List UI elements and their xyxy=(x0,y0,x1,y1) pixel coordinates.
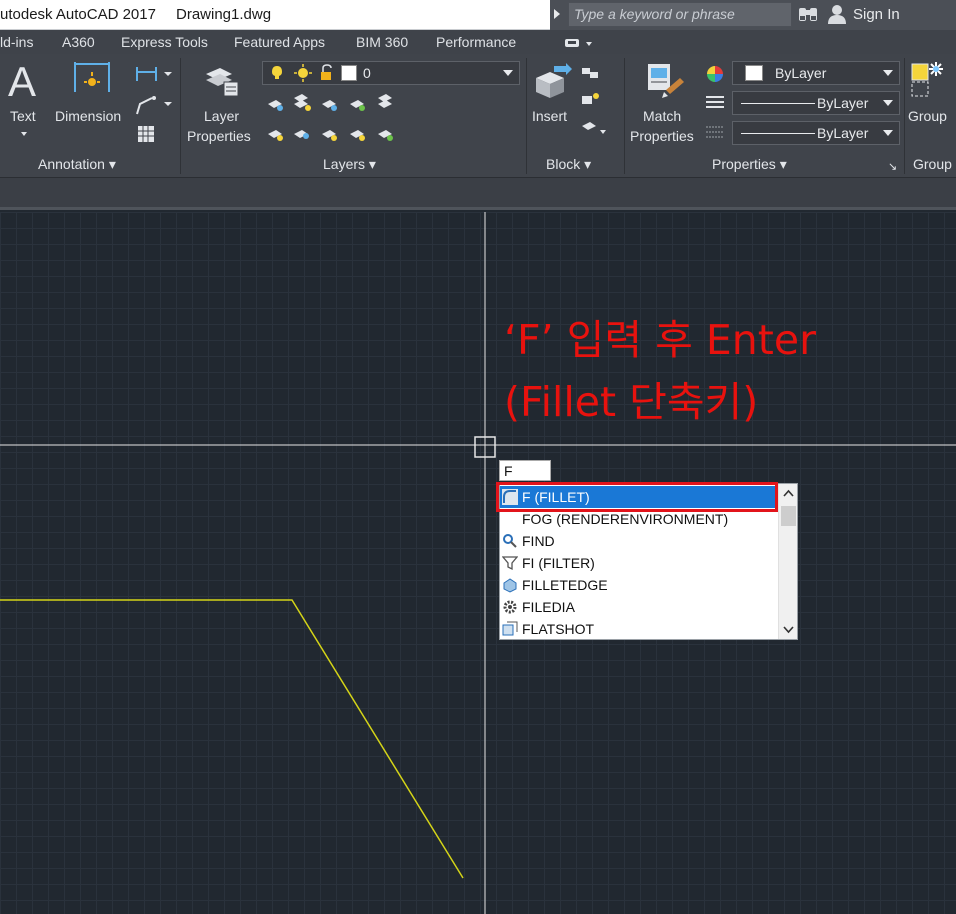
chevron-down-icon xyxy=(883,130,893,136)
find-icon xyxy=(503,534,517,548)
ribbon: A Text Dimension Annotation ▾ Layer Prop… xyxy=(0,54,956,178)
color-value: ByLayer xyxy=(775,65,827,81)
drawing-canvas[interactable]: ‘F’ 입력 후 Enter (Fillet 단축키) xyxy=(0,212,956,914)
chevron-down-icon xyxy=(883,100,893,106)
layer-properties-label-2[interactable]: Properties xyxy=(187,128,251,144)
file-tabs-bar xyxy=(0,178,956,210)
panel-divider xyxy=(180,58,181,174)
block-panel-title[interactable]: Block ▾ xyxy=(546,156,591,173)
flatshot-icon xyxy=(502,621,518,636)
autocomplete-item-filletedge[interactable]: FILLETEDGE xyxy=(500,574,778,596)
autocomplete-item-filedia[interactable]: FILEDIA xyxy=(500,596,778,618)
group-icon[interactable] xyxy=(910,60,950,100)
linetype-sample xyxy=(741,103,815,104)
lineweight-dropdown[interactable]: ByLayer xyxy=(732,121,900,145)
binoculars-icon[interactable] xyxy=(796,2,820,26)
search-input[interactable]: Type a keyword or phrase xyxy=(568,2,792,27)
annotation-line-1: ‘F’ 입력 후 Enter xyxy=(504,316,816,364)
layers-panel-title[interactable]: Layers ▾ xyxy=(323,156,376,173)
linetype-value: ByLayer xyxy=(817,95,869,111)
tab-addins[interactable]: ld-ins xyxy=(0,34,33,50)
chevron-down-icon xyxy=(503,70,513,76)
ribbon-minimize-icon[interactable] xyxy=(564,36,594,50)
tab-a360[interactable]: A360 xyxy=(62,34,95,50)
color-wheel-icon xyxy=(707,66,723,82)
autocomplete-item-label: FLATSHOT xyxy=(522,621,595,637)
gear-icon xyxy=(503,600,517,614)
scroll-down-icon[interactable] xyxy=(783,626,794,634)
autocomplete-item-filter[interactable]: FI (FILTER) xyxy=(500,552,778,574)
text-dropdown-icon[interactable] xyxy=(21,132,27,136)
title-bar: utodesk AutoCAD 2017 Drawing1.dwg Type a… xyxy=(0,0,956,30)
text-icon[interactable]: A xyxy=(8,58,36,106)
groups-panel-title[interactable]: Group xyxy=(913,156,952,172)
properties-panel-title[interactable]: Properties ▾ xyxy=(712,156,787,173)
properties-launcher-icon[interactable]: ↘ xyxy=(888,160,897,173)
chevron-down-icon xyxy=(883,70,893,76)
match-properties-label[interactable]: Match xyxy=(643,108,681,124)
layer-color-swatch xyxy=(341,65,357,81)
autocomplete-item-find[interactable]: FIND xyxy=(500,530,778,552)
scroll-up-icon[interactable] xyxy=(783,489,794,497)
annotation-panel-title[interactable]: Annotation ▾ xyxy=(38,156,116,173)
autocomplete-item-label: FIND xyxy=(522,533,555,549)
filter-icon xyxy=(502,556,518,571)
current-layer-name: 0 xyxy=(363,65,371,81)
highlight-box xyxy=(496,482,778,512)
user-icon[interactable] xyxy=(826,3,848,25)
layer-properties-icon[interactable] xyxy=(202,60,242,100)
dynamic-command-input[interactable]: F xyxy=(499,460,551,481)
text-button[interactable]: Text xyxy=(10,108,36,124)
tab-express-tools[interactable]: Express Tools xyxy=(121,34,208,50)
app-title: utodesk AutoCAD 2017 xyxy=(0,6,156,23)
lineweight-icon xyxy=(706,126,724,138)
scrollbar-thumb[interactable] xyxy=(781,506,796,526)
panel-divider xyxy=(624,58,625,174)
insert-button[interactable]: Insert xyxy=(532,108,567,124)
linetype-dropdown[interactable]: ByLayer xyxy=(732,91,900,115)
autocomplete-item-flatshot[interactable]: FLATSHOT xyxy=(500,618,778,640)
autocomplete-item-label: FILLETEDGE xyxy=(522,577,608,593)
layer-dropdown[interactable]: 0 xyxy=(262,61,520,85)
table-icon[interactable] xyxy=(136,124,156,144)
layer-tools-icons[interactable] xyxy=(262,92,412,152)
lineweight-sample xyxy=(741,133,815,134)
panel-divider xyxy=(904,58,905,174)
polyline-geometry xyxy=(0,599,464,879)
match-properties-icon[interactable] xyxy=(644,60,686,102)
lineweight-value: ByLayer xyxy=(817,125,869,141)
autocomplete-item-label: FI (FILTER) xyxy=(522,555,595,571)
block-tools-icons[interactable] xyxy=(578,64,608,144)
linear-dimension-icon[interactable] xyxy=(134,64,174,84)
dimension-button[interactable]: Dimension xyxy=(55,108,121,124)
tab-featured-apps[interactable]: Featured Apps xyxy=(234,34,325,50)
annotation-line-2: (Fillet 단축키) xyxy=(504,378,759,426)
color-dropdown[interactable]: ByLayer xyxy=(732,61,900,85)
panel-divider xyxy=(526,58,527,174)
autocomplete-item-label: FILEDIA xyxy=(522,599,575,615)
ribbon-tabs: ld-ins A360 Express Tools Featured Apps … xyxy=(0,30,956,54)
group-button[interactable]: Group xyxy=(908,108,947,124)
autocomplete-item-label: FOG (RENDERENVIRONMENT) xyxy=(522,511,729,527)
leader-icon[interactable] xyxy=(134,94,174,116)
tab-performance[interactable]: Performance xyxy=(436,34,516,50)
color-swatch xyxy=(745,65,763,81)
layer-properties-label[interactable]: Layer xyxy=(204,108,239,124)
file-name: Drawing1.dwg xyxy=(176,6,272,23)
insert-block-icon[interactable] xyxy=(530,62,572,102)
filletedge-icon xyxy=(503,578,517,593)
dimension-icon[interactable] xyxy=(72,60,112,96)
sign-in-link[interactable]: Sign In xyxy=(853,6,900,23)
linetype-icon xyxy=(706,96,724,108)
autocomplete-scrollbar[interactable] xyxy=(778,484,797,639)
layer-state-icons xyxy=(272,64,332,82)
tab-bim360[interactable]: BIM 360 xyxy=(356,34,408,50)
search-expand-icon[interactable] xyxy=(554,9,560,19)
match-properties-label-2[interactable]: Properties xyxy=(630,128,694,144)
